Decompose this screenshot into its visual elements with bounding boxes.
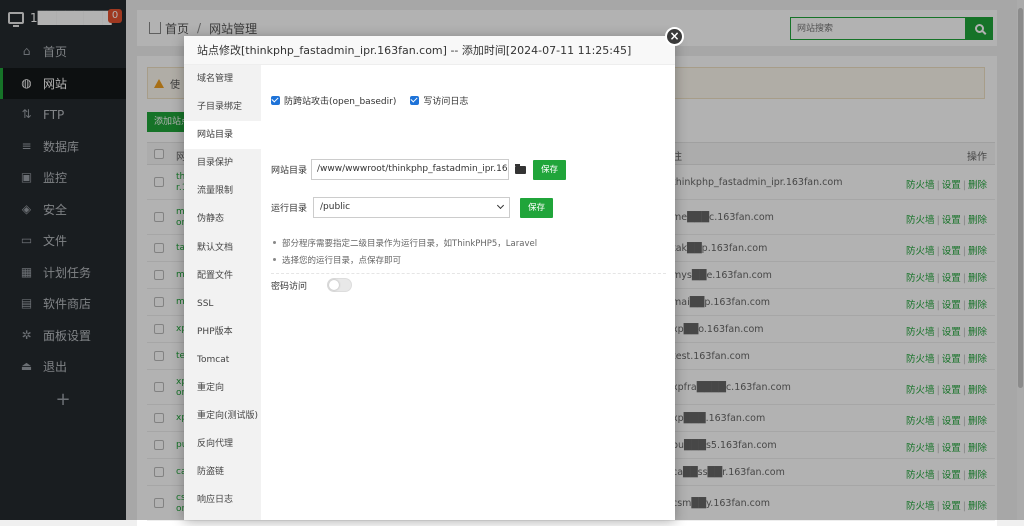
tab-11[interactable]: 重定向 xyxy=(184,374,261,402)
tab-13[interactable]: 反向代理 xyxy=(184,430,261,458)
run-dir-select[interactable]: /public xyxy=(313,197,511,218)
modal-title: 站点修改[thinkphp_fastadmin_ipr.163fan.com] … xyxy=(184,36,675,65)
tab-12[interactable]: 重定向(测试版) xyxy=(184,402,261,430)
tab-9[interactable]: PHP版本 xyxy=(184,318,261,346)
site-dir-label: 网站目录 xyxy=(271,166,308,176)
tab-3[interactable]: 目录保护 xyxy=(184,149,261,177)
close-icon[interactable]: × xyxy=(665,27,684,46)
tab-2[interactable]: 网站目录 xyxy=(184,121,261,150)
chevron-down-icon xyxy=(496,201,505,210)
tab-8[interactable]: SSL xyxy=(184,290,261,318)
note-item: 部分程序需要指定二级目录作为运行目录，如ThinkPHP5，Laravel xyxy=(271,236,666,253)
password-access-row: 密码访问 xyxy=(271,278,353,292)
tab-4[interactable]: 流量限制 xyxy=(184,177,261,205)
site-edit-modal: 站点修改[thinkphp_fastadmin_ipr.163fan.com] … xyxy=(184,36,675,520)
site-dir-save-button[interactable]: 保存 xyxy=(533,159,567,180)
run-dir-save-button[interactable]: 保存 xyxy=(520,197,554,218)
note-text: 部分程序需要指定二级目录作为运行目录，如ThinkPHP5，Laravel xyxy=(282,239,538,249)
access-log-checkbox[interactable] xyxy=(410,96,420,105)
tab-0[interactable]: 域名管理 xyxy=(184,65,261,93)
site-dir-input[interactable]: /www/wwwroot/thinkphp_fastadmin_ipr.163f… xyxy=(311,159,510,180)
password-access-label: 密码访问 xyxy=(271,281,308,292)
tab-1[interactable]: 子目录绑定 xyxy=(184,93,261,121)
password-access-toggle[interactable] xyxy=(327,278,353,292)
run-dir-row: 运行目录 /public 保存 xyxy=(271,197,554,218)
site-dir-pane: 防跨站攻击(open_basedir) 写访问日志 网站目录 /www/wwwr… xyxy=(271,65,669,520)
options-row: 防跨站攻击(open_basedir) 写访问日志 xyxy=(271,94,468,107)
bullet-icon xyxy=(273,257,276,261)
run-dir-value: /public xyxy=(320,202,351,212)
basedir-checkbox[interactable] xyxy=(271,96,280,105)
note-text: 选择您的运行目录，点保存即可 xyxy=(282,255,402,266)
bullet-icon xyxy=(273,241,276,244)
tab-10[interactable]: Tomcat xyxy=(184,346,261,374)
site-dir-row: 网站目录 /www/wwwroot/thinkphp_fastadmin_ipr… xyxy=(271,159,567,180)
tab-5[interactable]: 伪静态 xyxy=(184,205,261,233)
run-dir-label: 运行目录 xyxy=(271,204,308,214)
tab-15[interactable]: 响应日志 xyxy=(184,486,261,514)
help-notes: 部分程序需要指定二级目录作为运行目录，如ThinkPHP5，Laravel 选择… xyxy=(271,236,666,274)
tab-14[interactable]: 防盗链 xyxy=(184,458,261,486)
folder-open-icon[interactable] xyxy=(515,163,527,174)
access-log-label: 写访问日志 xyxy=(423,97,469,107)
basedir-label: 防跨站攻击(open_basedir) xyxy=(284,97,397,107)
tab-7[interactable]: 配置文件 xyxy=(184,262,261,290)
note-item: 选择您的运行目录，点保存即可 xyxy=(271,253,666,270)
tab-6[interactable]: 默认文档 xyxy=(184,234,261,262)
modal-tabs: 域名管理 子目录绑定 网站目录 目录保护 流量限制 伪静态 默认文档 配置文件 SSL PHP版本… xyxy=(184,65,261,520)
